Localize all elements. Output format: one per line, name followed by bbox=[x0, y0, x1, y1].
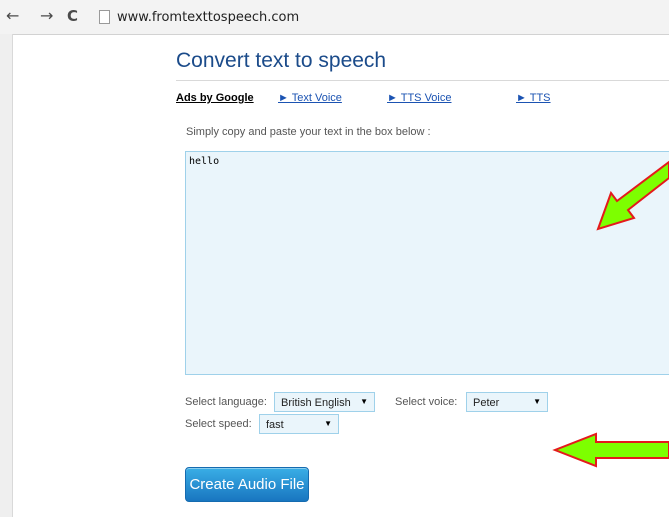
diagonal-arrow-icon bbox=[596, 160, 669, 231]
annotation-arrows bbox=[552, 160, 669, 468]
left-arrow-icon bbox=[552, 432, 669, 468]
browser-window: ← → C www.fromtexttospeech.com Convert t… bbox=[0, 0, 669, 517]
